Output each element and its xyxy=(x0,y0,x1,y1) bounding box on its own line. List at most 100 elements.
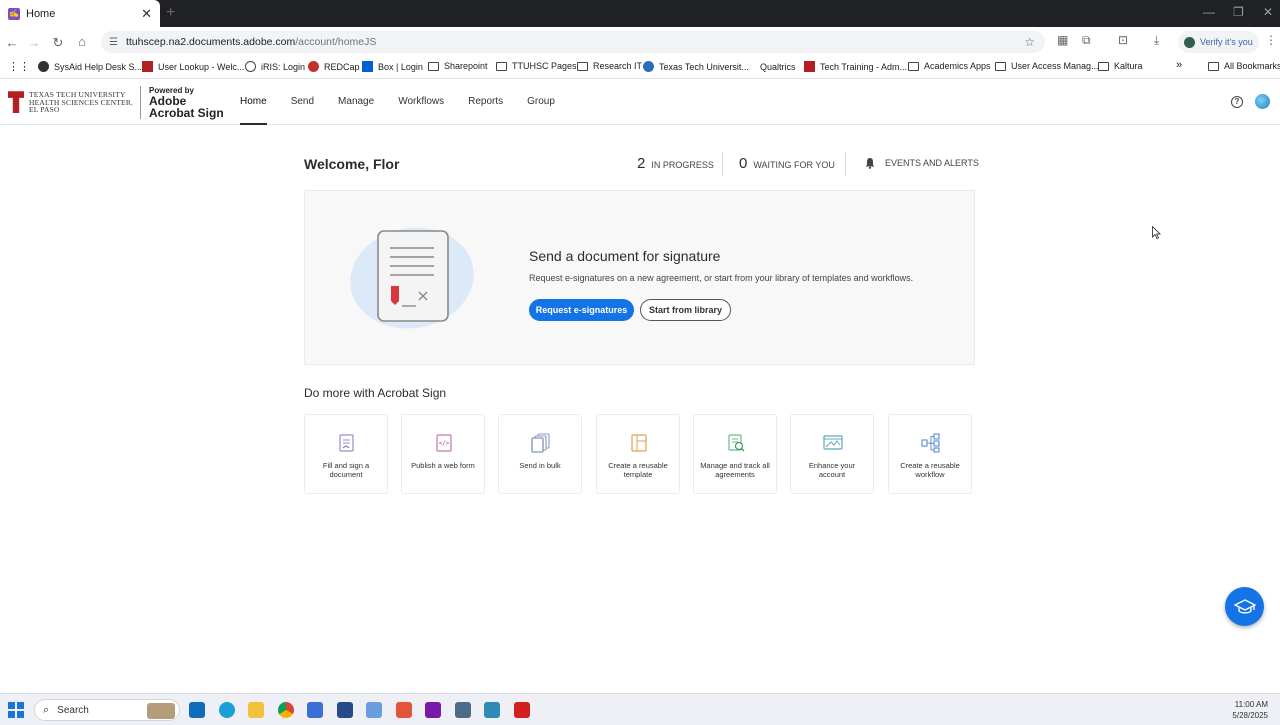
bookmark-tech-training[interactable]: Tech Training - Adm... xyxy=(804,61,907,72)
browser-menu-icon[interactable]: ⋮ xyxy=(1265,33,1277,47)
bookmark-sysaid[interactable]: SysAid Help Desk S... xyxy=(38,61,142,72)
bookmark-qualtrics[interactable]: Qualtrics xyxy=(749,61,796,72)
in-progress-label: IN PROGRESS xyxy=(651,160,714,170)
minimize-icon[interactable]: — xyxy=(1203,5,1215,19)
bookmark-redcap[interactable]: REDCap xyxy=(308,61,360,72)
nav-home[interactable]: Home xyxy=(240,80,267,125)
web-form-icon: </> xyxy=(436,434,452,452)
bookmarks-bar: ⋮⋮ SysAid Help Desk S... User Lookup - W… xyxy=(0,57,1280,79)
forward-icon[interactable]: → xyxy=(22,35,46,50)
calculator-icon[interactable] xyxy=(455,702,471,718)
nav-group[interactable]: Group xyxy=(527,80,555,125)
bookmark-sharepoint[interactable]: Sharepoint xyxy=(428,61,488,71)
snagit-icon[interactable] xyxy=(396,702,412,718)
send-document-card: Send a document for signature Request e-… xyxy=(304,190,975,365)
site-info-icon[interactable]: ☰ xyxy=(109,37,118,48)
tile-enhance-account[interactable]: Enhance your account xyxy=(790,414,874,494)
bookmark-box[interactable]: Box | Login xyxy=(362,61,423,72)
new-tab-button[interactable]: + xyxy=(166,4,175,22)
bookmark-kaltura[interactable]: Kaltura xyxy=(1098,61,1143,71)
onenote-icon[interactable] xyxy=(425,702,441,718)
nav-send[interactable]: Send xyxy=(291,80,314,125)
url-host: ttuhscep.na2.documents.adobe.com xyxy=(125,36,296,48)
reading-list-icon[interactable]: ⊡ xyxy=(1118,33,1128,47)
windows-start-icon[interactable] xyxy=(8,702,24,718)
chrome-icon[interactable] xyxy=(278,702,294,718)
more-bookmarks-icon[interactable]: » xyxy=(1176,59,1182,71)
restore-icon[interactable]: ❐ xyxy=(1233,5,1244,19)
extensions-icon[interactable]: ⧉ xyxy=(1082,33,1091,48)
verify-label: Verify it's you xyxy=(1200,37,1253,47)
taskbar-search[interactable]: ⌕ Search xyxy=(34,699,180,721)
do-more-heading: Do more with Acrobat Sign xyxy=(304,386,447,400)
tile-reusable-workflow[interactable]: Create a reusable workflow xyxy=(888,414,972,494)
search-icon: ⌕ xyxy=(43,703,50,716)
window-close-icon[interactable]: ✕ xyxy=(1263,5,1273,19)
learning-center-button[interactable] xyxy=(1225,587,1264,626)
store-icon[interactable] xyxy=(307,702,323,718)
folder-icon xyxy=(1098,61,1109,71)
tab-close-icon[interactable]: ✕ xyxy=(141,6,152,22)
file-explorer-icon[interactable] xyxy=(248,702,264,718)
browser-tab-strip: ✍ Home ✕ + — ❐ ✕ xyxy=(0,0,1280,27)
nav-workflows[interactable]: Workflows xyxy=(398,80,444,125)
downloads-icon[interactable]: ⤓ xyxy=(1154,33,1159,48)
bookmark-iris[interactable]: iRIS: Login xyxy=(245,61,305,72)
taskbar-clock[interactable]: 11:00 AM 5/28/2025 xyxy=(1232,699,1268,721)
send-card-description: Request e-signatures on a new agreement,… xyxy=(529,273,914,283)
windows-taskbar: ⌕ Search 11:00 AM 5/28/2025 xyxy=(0,693,1280,725)
template-icon xyxy=(631,434,647,452)
tile-reusable-template[interactable]: Create a reusable template xyxy=(596,414,680,494)
tile-publish-web-form[interactable]: </> Publish a web form xyxy=(401,414,485,494)
waiting-stat[interactable]: 0 WAITING FOR YOU xyxy=(739,155,835,172)
apps-grid-icon[interactable]: ⋮⋮ xyxy=(8,60,30,73)
stat-divider xyxy=(722,152,723,176)
qualtrics-icon xyxy=(749,61,755,72)
acrobat-icon[interactable] xyxy=(514,702,530,718)
back-icon[interactable]: ← xyxy=(0,35,24,50)
bookmark-ttuhsc-pages[interactable]: TTUHSC Pages xyxy=(496,61,577,71)
tile-manage-track[interactable]: Manage and track all agreements xyxy=(693,414,777,494)
help-icon[interactable]: ? xyxy=(1231,96,1243,108)
bookmark-user-lookup[interactable]: User Lookup - Welc... xyxy=(142,61,244,72)
request-esignatures-button[interactable]: Request e-signatures xyxy=(529,299,634,321)
start-from-library-button[interactable]: Start from library xyxy=(640,299,731,321)
app-header: TEXAS TECH UNIVERSITY HEALTH SCIENCES CE… xyxy=(0,80,1280,125)
folder-icon xyxy=(496,61,507,71)
address-bar[interactable]: ☰ ttuhscep.na2.documents.adobe.com/accou… xyxy=(101,31,1045,53)
outlook-icon[interactable] xyxy=(189,702,205,718)
workflow-icon xyxy=(921,433,940,453)
waiting-label: WAITING FOR YOU xyxy=(753,160,835,170)
tile-send-bulk[interactable]: Send in bulk xyxy=(498,414,582,494)
ttu-icon xyxy=(804,61,815,72)
in-progress-stat[interactable]: 2 IN PROGRESS xyxy=(637,155,714,172)
edge-icon[interactable] xyxy=(219,702,235,718)
bell-icon[interactable] xyxy=(864,157,876,169)
ttu-logo[interactable]: TEXAS TECH UNIVERSITY HEALTH SCIENCES CE… xyxy=(8,91,133,114)
all-bookmarks[interactable]: All Bookmarks xyxy=(1208,61,1280,71)
bookmark-research-it[interactable]: Research IT xyxy=(577,61,642,71)
bookmark-user-access[interactable]: User Access Manag... xyxy=(995,61,1099,71)
avatar[interactable] xyxy=(1255,94,1270,109)
bookmark-academics-apps[interactable]: Academics Apps xyxy=(908,61,991,71)
bookmark-texas-tech[interactable]: Texas Tech Universit... xyxy=(643,61,749,72)
tab-search-icon[interactable]: ▦ xyxy=(1057,33,1068,47)
globe-icon xyxy=(245,61,256,72)
waiting-count: 0 xyxy=(739,155,748,172)
tile-fill-sign[interactable]: Fill and sign a document xyxy=(304,414,388,494)
browser-toolbar: ← → ↻ ⌂ ☰ ttuhscep.na2.documents.adobe.c… xyxy=(0,27,1280,57)
snipping-tool-icon[interactable] xyxy=(366,702,382,718)
notepad-icon[interactable] xyxy=(484,702,500,718)
nav-manage[interactable]: Manage xyxy=(338,80,374,125)
nav-reports[interactable]: Reports xyxy=(468,80,503,125)
folder-icon xyxy=(995,61,1006,71)
ttu-icon xyxy=(142,61,153,72)
bookmark-star-icon[interactable]: ☆ xyxy=(1024,35,1035,49)
profile-verify-button[interactable]: Verify it's you xyxy=(1178,31,1259,53)
home-icon[interactable]: ⌂ xyxy=(70,34,94,49)
teams-icon[interactable] xyxy=(337,702,353,718)
reload-icon[interactable]: ↻ xyxy=(46,35,70,51)
box-icon xyxy=(362,61,373,72)
events-alerts-link[interactable]: EVENTS AND ALERTS xyxy=(885,158,979,168)
tab-home[interactable]: ✍ Home ✕ xyxy=(0,0,160,27)
